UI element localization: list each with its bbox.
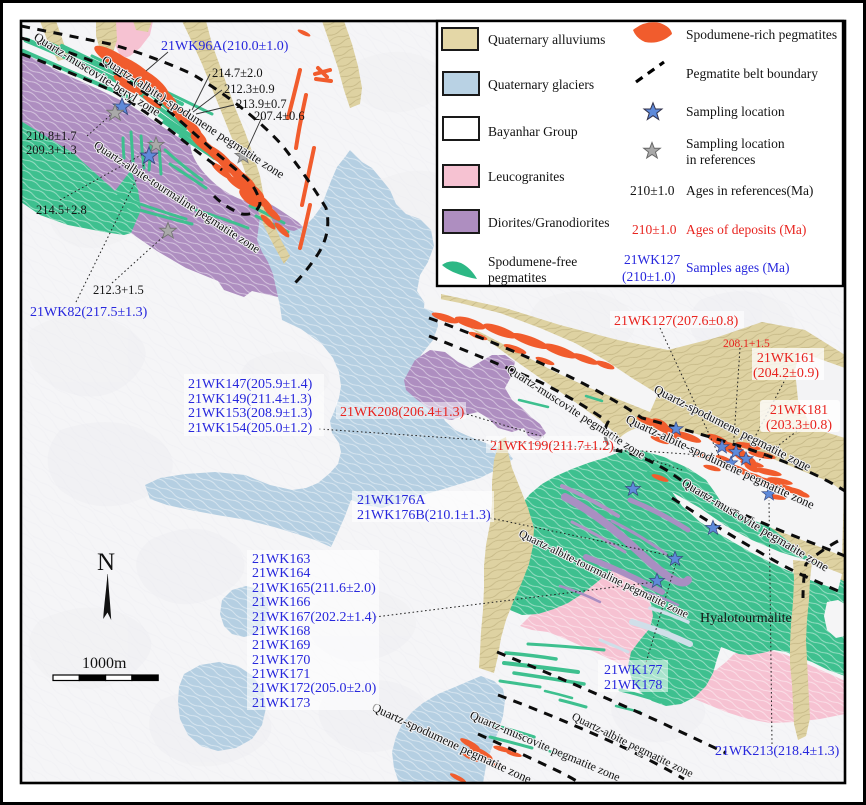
svg-text:212.3+1.5: 212.3+1.5 <box>93 283 144 297</box>
svg-text:in references: in references <box>686 152 755 167</box>
svg-text:21WK172(205.0±2.0): 21WK172(205.0±2.0) <box>252 681 377 696</box>
svg-text:21WK127(207.6±0.8): 21WK127(207.6±0.8) <box>614 314 739 329</box>
svg-text:(210±1.0): (210±1.0) <box>622 269 676 284</box>
svg-text:21WK164: 21WK164 <box>252 566 310 581</box>
svg-text:21WK147(205.9±1.4): 21WK147(205.9±1.4) <box>188 377 313 392</box>
svg-text:Spodumene-free: Spodumene-free <box>488 254 577 269</box>
svg-text:21WK161: 21WK161 <box>757 351 815 366</box>
svg-text:(203.3±0.8): (203.3±0.8) <box>766 418 832 433</box>
svg-text:21WK208(206.4±1.3): 21WK208(206.4±1.3) <box>340 405 465 420</box>
svg-text:pegmatites: pegmatites <box>488 270 546 285</box>
svg-text:Quaternary alluviums: Quaternary alluviums <box>488 32 605 47</box>
svg-text:Bayanhar Group: Bayanhar Group <box>488 124 578 139</box>
svg-text:Samples ages (Ma): Samples ages (Ma) <box>686 260 789 275</box>
svg-text:210±1.0: 210±1.0 <box>630 183 675 198</box>
svg-text:Quaternary glaciers: Quaternary glaciers <box>488 77 594 92</box>
svg-text:Ages in references(Ma): Ages in references(Ma) <box>686 183 813 198</box>
svg-text:21WK170: 21WK170 <box>252 653 310 668</box>
svg-text:210±1.0: 210±1.0 <box>632 222 677 237</box>
svg-text:Hyalotourmalite: Hyalotourmalite <box>700 611 792 626</box>
svg-text:214.5+2.8: 214.5+2.8 <box>36 203 87 217</box>
svg-text:214.7±2.0: 214.7±2.0 <box>212 66 263 80</box>
svg-text:Pegmatite belt boundary: Pegmatite belt boundary <box>686 66 818 81</box>
svg-text:21WK127: 21WK127 <box>624 252 680 267</box>
svg-text:Sampling location: Sampling location <box>686 136 785 151</box>
svg-text:N: N <box>97 549 115 576</box>
svg-text:21WK173: 21WK173 <box>252 696 310 711</box>
svg-text:(204.2±0.9): (204.2±0.9) <box>753 366 819 381</box>
svg-text:21WK166: 21WK166 <box>252 595 310 610</box>
svg-text:21WK176A: 21WK176A <box>357 493 426 508</box>
svg-text:21WK165(211.6±2.0): 21WK165(211.6±2.0) <box>252 581 376 596</box>
svg-text:212.3±0.9: 212.3±0.9 <box>224 82 275 96</box>
svg-text:21WK171: 21WK171 <box>252 667 310 682</box>
svg-text:Sampling location: Sampling location <box>686 104 785 119</box>
svg-text:21WK177: 21WK177 <box>604 663 662 678</box>
svg-text:Diorites/Granodiorites: Diorites/Granodiorites <box>488 215 609 230</box>
svg-text:Ages of deposits (Ma): Ages of deposits (Ma) <box>686 222 806 237</box>
svg-text:210.8±1.7: 210.8±1.7 <box>26 129 77 143</box>
svg-text:21WK167(202.2±1.4): 21WK167(202.2±1.4) <box>252 610 377 625</box>
svg-text:207.4±0.6: 207.4±0.6 <box>254 109 305 123</box>
svg-text:Leucogranites: Leucogranites <box>488 169 564 184</box>
svg-text:21WK181: 21WK181 <box>770 403 828 418</box>
svg-text:21WK154(205.0±1.2): 21WK154(205.0±1.2) <box>188 421 313 436</box>
svg-text:21WK168: 21WK168 <box>252 624 310 639</box>
svg-text:21WK169: 21WK169 <box>252 638 310 653</box>
svg-text:21WK96A(210.0±1.0): 21WK96A(210.0±1.0) <box>161 39 289 54</box>
svg-text:21WK82(217.5±1.3): 21WK82(217.5±1.3) <box>30 305 148 320</box>
svg-text:21WK178: 21WK178 <box>604 678 662 693</box>
svg-text:21WK199(211.7±1.2): 21WK199(211.7±1.2) <box>490 439 614 454</box>
svg-text:Spodumene-rich pegmatites: Spodumene-rich pegmatites <box>686 27 837 42</box>
svg-text:21WK163: 21WK163 <box>252 552 310 567</box>
svg-text:21WK176B(210.1±1.3): 21WK176B(210.1±1.3) <box>357 508 491 523</box>
svg-text:1000m: 1000m <box>82 655 127 672</box>
svg-text:21WK153(208.9±1.3): 21WK153(208.9±1.3) <box>188 406 313 421</box>
svg-text:21WK213(218.4±1.3): 21WK213(218.4±1.3) <box>715 744 840 759</box>
svg-text:209.3+1.3: 209.3+1.3 <box>26 143 77 157</box>
svg-text:21WK149(211.4±1.3): 21WK149(211.4±1.3) <box>188 392 312 407</box>
